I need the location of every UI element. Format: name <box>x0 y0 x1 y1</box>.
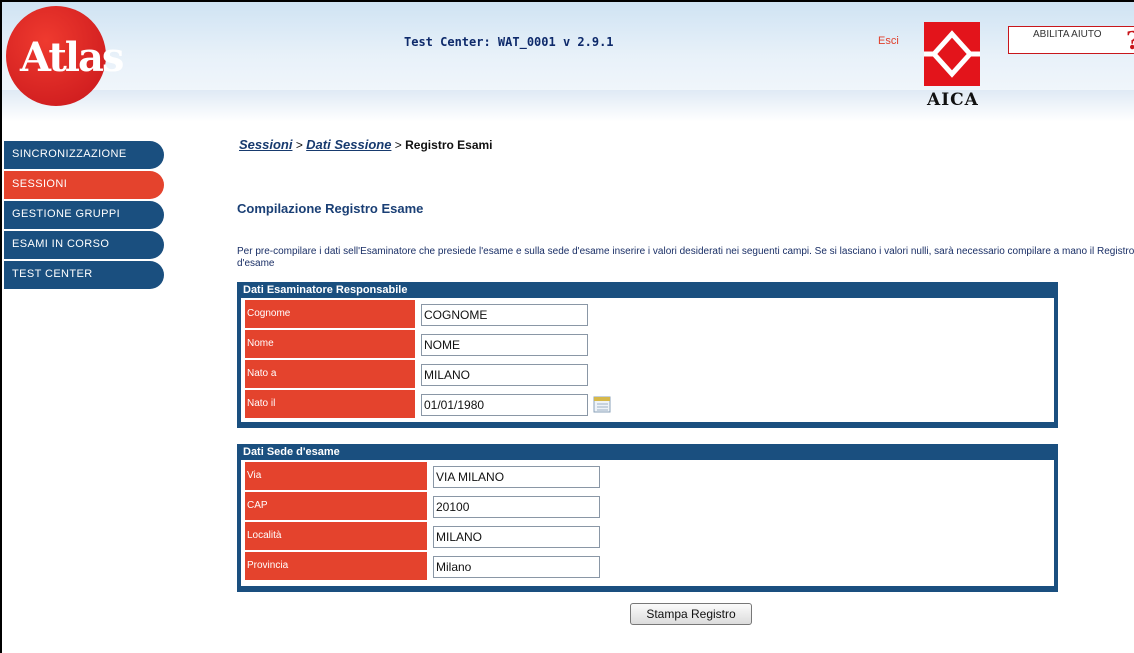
examiner-row-birthdate: Nato il <box>241 390 1054 420</box>
examiner-section-heading: Dati Esaminatore Responsabile <box>243 284 408 296</box>
birthdate-input[interactable] <box>421 394 588 416</box>
print-register-button[interactable]: Stampa Registro <box>630 603 752 625</box>
help-toggle-label: ABILITA AIUTO <box>1033 29 1102 40</box>
breadcrumb-current: Registro Esami <box>405 138 493 152</box>
street-input[interactable] <box>433 466 600 488</box>
sidebar-nav: SINCRONIZZAZIONE SESSIONI GESTIONE GRUPP… <box>4 141 164 291</box>
header: Atlas Test Center: WAT_0001 v 2.9.1 Esci… <box>2 2 1134 122</box>
sidebar-item-sessioni[interactable]: SESSIONI <box>4 171 164 199</box>
postcode-label: CAP <box>245 492 427 520</box>
name-input[interactable] <box>421 334 588 356</box>
venue-section: Dati Sede d'esame Via CAP Località Provi… <box>237 444 1058 592</box>
province-input[interactable] <box>433 556 600 578</box>
province-label: Provincia <box>245 552 427 580</box>
venue-row-postcode: CAP <box>241 492 1054 522</box>
locality-input[interactable] <box>433 526 600 548</box>
birthplace-label: Nato a <box>245 360 415 388</box>
examiner-row-surname: Cognome <box>241 300 1054 330</box>
sidebar-item-esami-in-corso[interactable]: ESAMI IN CORSO <box>4 231 164 259</box>
surname-input[interactable] <box>421 304 588 326</box>
breadcrumb: Sessioni > Dati Sessione > Registro Esam… <box>239 137 493 152</box>
help-toggle[interactable]: ABILITA AIUTO ? <box>1008 26 1134 55</box>
birthplace-input[interactable] <box>421 364 588 386</box>
postcode-input[interactable] <box>433 496 600 518</box>
surname-label: Cognome <box>245 300 415 328</box>
name-label: Nome <box>245 330 415 358</box>
help-icon: ? <box>1126 26 1134 55</box>
breadcrumb-separator: > <box>394 138 402 152</box>
intro-text: Per pre-compilare i dati sell'Esaminator… <box>237 246 1134 269</box>
examiner-section-body: Cognome Nome Nato a Nato il <box>241 298 1054 422</box>
page-title: Compilazione Registro Esame <box>237 201 424 216</box>
venue-row-locality: Località <box>241 522 1054 552</box>
venue-section-body: Via CAP Località Provincia <box>241 460 1054 586</box>
examiner-row-birthplace: Nato a <box>241 360 1054 390</box>
birthdate-label: Nato il <box>245 390 415 418</box>
breadcrumb-separator: > <box>295 138 303 152</box>
examiner-row-name: Nome <box>241 330 1054 360</box>
exit-link[interactable]: Esci <box>878 35 899 47</box>
street-label: Via <box>245 462 427 490</box>
aica-logo-text: AICA <box>927 90 979 110</box>
sidebar-item-gestione-gruppi[interactable]: GESTIONE GRUPPI <box>4 201 164 229</box>
breadcrumb-sessions-link[interactable]: Sessioni <box>239 137 292 152</box>
sidebar-item-test-center[interactable]: TEST CENTER <box>4 261 164 289</box>
examiner-section: Dati Esaminatore Responsabile Cognome No… <box>237 282 1058 428</box>
sidebar-item-sincronizzazione[interactable]: SINCRONIZZAZIONE <box>4 141 164 169</box>
test-center-title: Test Center: WAT_0001 v 2.9.1 <box>404 35 614 49</box>
venue-row-province: Provincia <box>241 552 1054 582</box>
atlas-logo: Atlas <box>6 6 124 106</box>
atlas-logo-text: Atlas <box>20 34 124 81</box>
venue-row-street: Via <box>241 462 1054 492</box>
locality-label: Località <box>245 522 427 550</box>
breadcrumb-session-data-link[interactable]: Dati Sessione <box>306 137 391 152</box>
venue-section-heading: Dati Sede d'esame <box>243 446 340 458</box>
calendar-icon[interactable] <box>593 395 611 413</box>
